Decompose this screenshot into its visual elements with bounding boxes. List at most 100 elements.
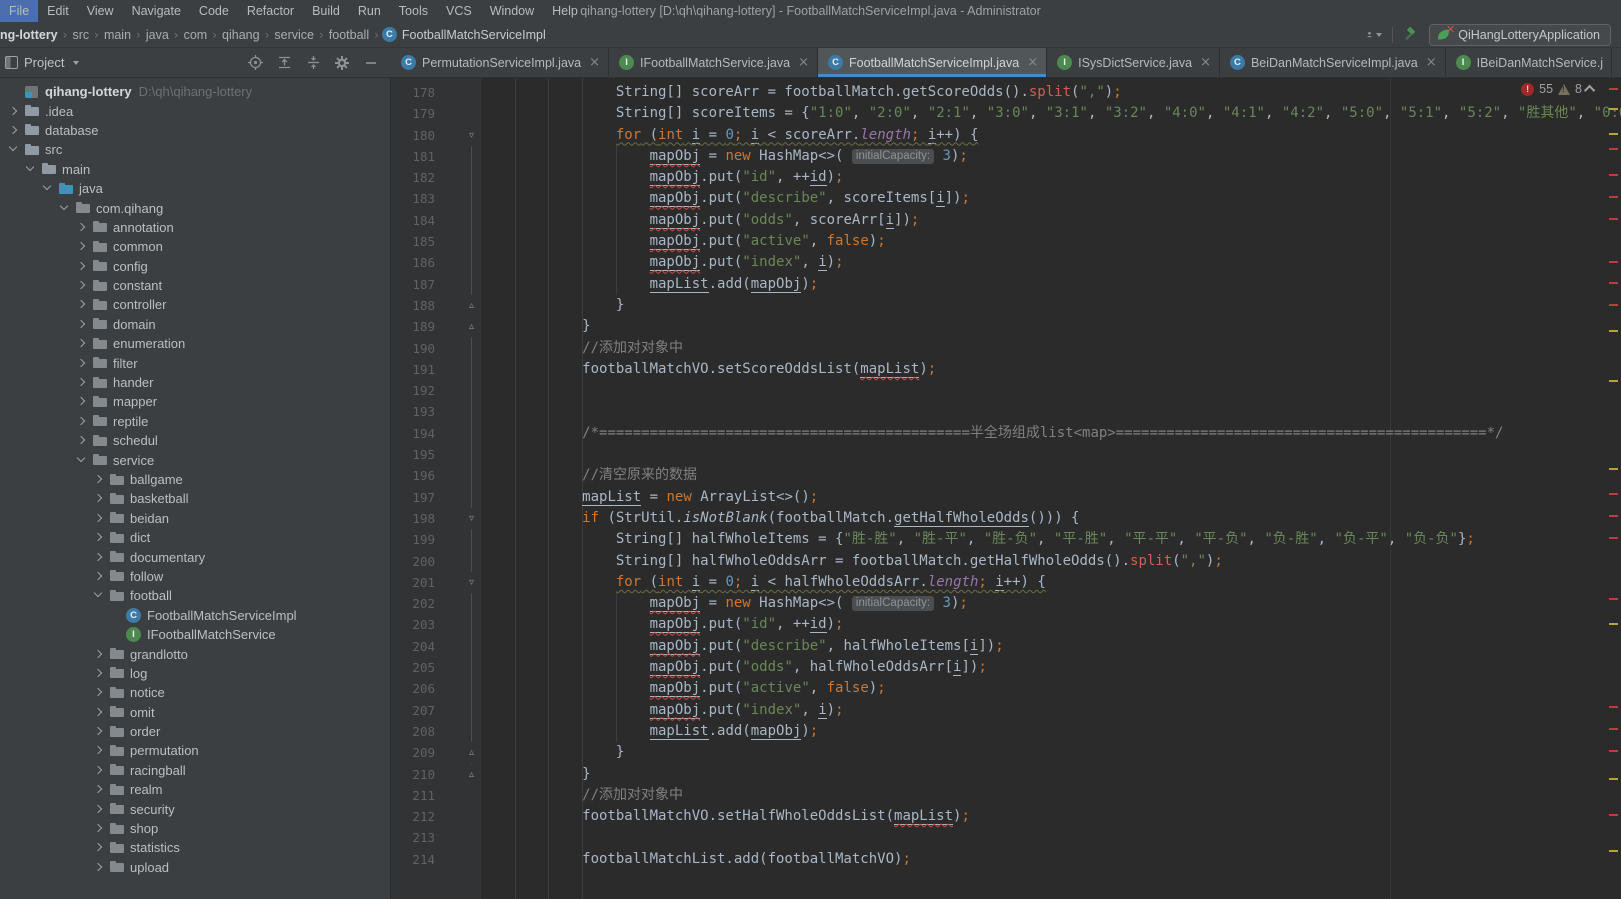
tree-item-schedul[interactable]: schedul	[0, 431, 390, 450]
code-editor[interactable]: 178 String[] scoreArr = footballMatch.ge…	[391, 78, 1621, 899]
line-number[interactable]: 205	[391, 657, 481, 678]
chevron-collapsed-icon[interactable]	[92, 861, 105, 874]
code-line-206[interactable]: 206 mapObj.put("active", false);	[391, 678, 1607, 699]
code-line-179[interactable]: 179 String[] scoreItems = {"1:0", "2:0",…	[391, 103, 1607, 124]
line-number[interactable]: 186	[391, 252, 481, 273]
locate-file-icon[interactable]	[247, 55, 263, 71]
tree-item-omit[interactable]: omit	[0, 703, 390, 722]
tab-permutationserviceimpl-java[interactable]: CPermutationServiceImpl.java×	[391, 48, 609, 77]
chevron-collapsed-icon[interactable]	[75, 298, 88, 311]
chevron-expanded-icon[interactable]	[41, 182, 54, 195]
error-stripe[interactable]	[1607, 78, 1621, 899]
chevron-collapsed-icon[interactable]	[75, 415, 88, 428]
tree-item-ballgame[interactable]: ballgame	[0, 470, 390, 489]
error-stripe-mark[interactable]	[1609, 493, 1618, 495]
line-number[interactable]: 198▿	[391, 508, 481, 529]
menu-vcs[interactable]: VCS	[437, 0, 481, 22]
tree-item-mapper[interactable]: mapper	[0, 392, 390, 411]
tree-item-java[interactable]: java	[0, 179, 390, 198]
tree-item-filter[interactable]: filter	[0, 353, 390, 372]
tab-footballmatchserviceimpl-java[interactable]: CFootballMatchServiceImpl.java×	[818, 48, 1047, 77]
tree-item-follow[interactable]: follow	[0, 567, 390, 586]
line-number[interactable]: 214	[391, 849, 481, 870]
chevron-collapsed-icon[interactable]	[92, 686, 105, 699]
chevron-collapsed-icon[interactable]	[7, 124, 20, 137]
close-icon[interactable]: ×	[1200, 55, 1211, 70]
tree-item--idea[interactable]: .idea	[0, 101, 390, 120]
breadcrumb-item[interactable]: java	[144, 28, 171, 42]
tab-beidanmatchserviceimpl-java[interactable]: CBeiDanMatchServiceImpl.java×	[1220, 48, 1446, 77]
chevron-collapsed-icon[interactable]	[75, 434, 88, 447]
tree-item-grandlotto[interactable]: grandlotto	[0, 644, 390, 663]
chevron-collapsed-icon[interactable]	[92, 512, 105, 525]
code-line-203[interactable]: 203 mapObj.put("id", ++id);	[391, 614, 1607, 635]
code-line-207[interactable]: 207 mapObj.put("index", i);	[391, 700, 1607, 721]
code-line-208[interactable]: 208 mapList.add(mapObj);	[391, 721, 1607, 742]
close-icon[interactable]: ×	[1027, 55, 1038, 70]
warning-stripe-mark[interactable]	[1609, 330, 1618, 332]
code-line-214[interactable]: 214 footballMatchList.add(footballMatchV…	[391, 849, 1607, 870]
tree-item-permutation[interactable]: permutation	[0, 741, 390, 760]
chevron-expanded-icon[interactable]	[24, 163, 37, 176]
code-line-194[interactable]: 194 /*==================================…	[391, 423, 1607, 444]
code-line-195[interactable]: 195	[391, 444, 1607, 465]
chevron-collapsed-icon[interactable]	[92, 570, 105, 583]
line-number[interactable]: 183	[391, 188, 481, 209]
tab-overflow-chevron[interactable]	[1612, 48, 1621, 77]
breadcrumb-item[interactable]: src	[70, 28, 91, 42]
chevron-collapsed-icon[interactable]	[92, 841, 105, 854]
tab-ifootballmatchservice-java[interactable]: IIFootballMatchService.java×	[609, 48, 818, 77]
line-number[interactable]: 192	[391, 380, 481, 401]
hide-panel-icon[interactable]	[363, 55, 379, 71]
error-stripe-mark[interactable]	[1609, 196, 1618, 198]
tree-item-reptile[interactable]: reptile	[0, 412, 390, 431]
project-toolwindow-title[interactable]: Project	[5, 55, 79, 70]
code-line-182[interactable]: 182 mapObj.put("id", ++id);	[391, 167, 1607, 188]
chevron-expanded-icon[interactable]	[92, 589, 105, 602]
warning-stripe-mark[interactable]	[1609, 133, 1618, 135]
chevron-collapsed-icon[interactable]	[92, 531, 105, 544]
code-line-211[interactable]: 211 //添加对对象中	[391, 785, 1607, 806]
tree-item-notice[interactable]: notice	[0, 683, 390, 702]
menu-build[interactable]: Build	[303, 0, 349, 22]
tree-item-main[interactable]: main	[0, 160, 390, 179]
chevron-collapsed-icon[interactable]	[92, 783, 105, 796]
code-line-197[interactable]: 197 mapList = new ArrayList<>();	[391, 487, 1607, 508]
code-line-183[interactable]: 183 mapObj.put("describe", scoreItems[i]…	[391, 188, 1607, 209]
chevron-collapsed-icon[interactable]	[75, 395, 88, 408]
menu-code[interactable]: Code	[190, 0, 238, 22]
warning-stripe-mark[interactable]	[1609, 468, 1618, 470]
chevron-collapsed-icon[interactable]	[92, 744, 105, 757]
error-stripe-mark[interactable]	[1609, 537, 1618, 539]
line-number[interactable]: 196	[391, 465, 481, 486]
tree-item-controller[interactable]: controller	[0, 295, 390, 314]
tree-item-common[interactable]: common	[0, 237, 390, 256]
error-stripe-mark[interactable]	[1609, 282, 1618, 284]
close-icon[interactable]: ×	[798, 55, 809, 70]
chevron-collapsed-icon[interactable]	[92, 473, 105, 486]
code-line-196[interactable]: 196 //清空原来的数据	[391, 465, 1607, 486]
project-view-dropdown-icon[interactable]	[73, 61, 79, 65]
chevron-expanded-icon[interactable]	[58, 202, 71, 215]
code-line-202[interactable]: 202 mapObj = new HashMap<>( initialCapac…	[391, 593, 1607, 614]
line-number[interactable]: 211	[391, 785, 481, 806]
chevron-collapsed-icon[interactable]	[92, 551, 105, 564]
breadcrumb-item[interactable]: main	[102, 28, 133, 42]
tree-item-config[interactable]: config	[0, 257, 390, 276]
warning-stripe-mark[interactable]	[1609, 778, 1618, 780]
menu-window[interactable]: Window	[481, 0, 543, 22]
line-number[interactable]: 179	[391, 103, 481, 124]
line-number[interactable]: 181	[391, 146, 481, 167]
tree-item-service[interactable]: service	[0, 450, 390, 469]
tree-item-enumeration[interactable]: enumeration	[0, 334, 390, 353]
tree-item-annotation[interactable]: annotation	[0, 218, 390, 237]
tree-item-constant[interactable]: constant	[0, 276, 390, 295]
code-line-212[interactable]: 212 footballMatchVO.setHalfWholeOddsList…	[391, 806, 1607, 827]
code-line-200[interactable]: 200 String[] halfWholeOddsArr = football…	[391, 551, 1607, 572]
chevron-collapsed-icon[interactable]	[92, 764, 105, 777]
user-account-icon[interactable]	[1366, 27, 1382, 43]
code-line-192[interactable]: 192	[391, 380, 1607, 401]
close-icon[interactable]: ×	[1426, 55, 1437, 70]
line-number[interactable]: 178	[391, 82, 481, 103]
fold-end-icon[interactable]: ▵	[465, 742, 478, 763]
